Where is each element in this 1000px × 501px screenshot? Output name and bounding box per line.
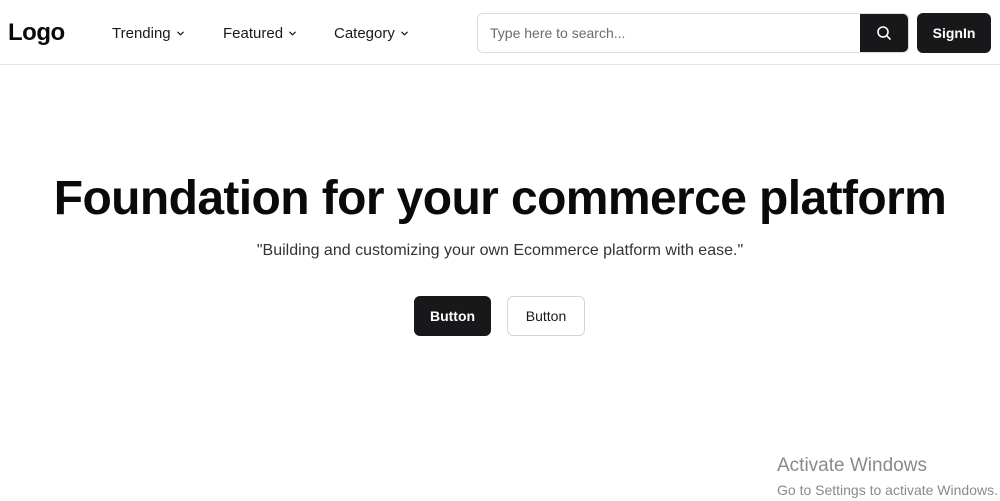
primary-button[interactable]: Button xyxy=(414,296,491,336)
hero-subtitle: "Building and customizing your own Ecomm… xyxy=(256,242,744,259)
logo[interactable]: Logo xyxy=(8,18,65,48)
nav-trending-label: Trending xyxy=(112,24,171,42)
secondary-button[interactable]: Button xyxy=(507,296,585,336)
signin-button[interactable]: SignIn xyxy=(917,13,991,53)
activate-windows-watermark: Activate Windows Go to Settings to activ… xyxy=(777,455,998,501)
search-button[interactable] xyxy=(860,14,908,52)
search-icon xyxy=(877,26,891,40)
navbar: Logo Trending Featured Category SignIn xyxy=(0,0,1000,65)
nav-trending[interactable]: Trending xyxy=(112,22,185,44)
hero-title: Foundation for your commerce platform xyxy=(53,172,947,225)
watermark-title: Activate Windows xyxy=(777,455,927,476)
chevron-down-icon xyxy=(289,31,296,35)
chevron-down-icon xyxy=(176,31,184,35)
nav-featured-label: Featured xyxy=(223,24,284,42)
nav-category-label: Category xyxy=(334,24,395,42)
search-input[interactable] xyxy=(478,14,860,52)
search-box xyxy=(477,13,909,53)
chevron-down-icon xyxy=(401,31,408,35)
nav-category[interactable]: Category xyxy=(334,22,409,44)
nav-featured[interactable]: Featured xyxy=(223,22,297,44)
